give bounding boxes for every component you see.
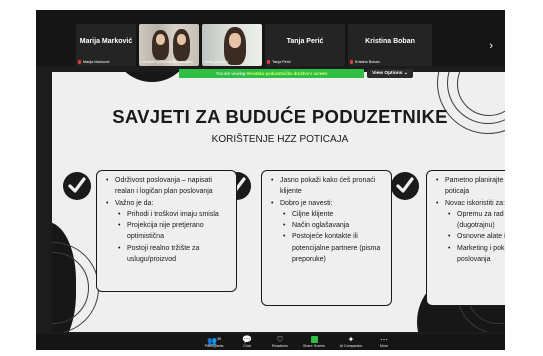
participants-button[interactable]: 👥39 Participants <box>196 335 232 349</box>
more-label: More <box>379 344 389 348</box>
participant-name: Kristina Boban <box>365 38 415 45</box>
share-screen-label: Share Screen <box>303 344 325 348</box>
more-button[interactable]: ⋯ More <box>366 335 402 349</box>
participant-label: Tanja Perić <box>272 60 291 64</box>
list-item: Važno je da: <box>106 198 232 210</box>
ai-companion-button[interactable]: ✦ AI Companion <box>333 335 369 349</box>
participant-tile-marija[interactable]: Marija Marković Marija Marković <box>76 24 136 66</box>
list-item: Postojeće kontakte ili potencijalne part… <box>283 231 387 265</box>
participant-video-face <box>229 33 241 48</box>
list-item: Održivost poslovanja – napisati realan i… <box>106 175 232 198</box>
tip-box-2: Jasno pokaži kako ćeš pronaći klijente D… <box>261 170 392 306</box>
participants-icon: 👥39 <box>207 336 221 346</box>
participant-label: Hrvatsko poduzetničko društvo <box>141 60 193 64</box>
participants-label: Participants <box>204 344 224 348</box>
zoom-window: Marija Marković Marija Marković Hrvatsko… <box>36 10 505 350</box>
participant-video-face <box>177 34 186 45</box>
shared-slide: SAVJETI ZA BUDUĆE PODUZETNIKE KORIŠTENJE… <box>52 72 505 332</box>
list-item: Ciljne klijente <box>283 209 387 221</box>
list-item: Postoji realno tržište za uslugu/proizvo… <box>118 243 232 266</box>
list-item: Prihodi i troškovi imaju smisla <box>118 209 232 221</box>
chat-icon: 💬 <box>242 335 252 344</box>
participant-label: elena gorčević <box>204 60 229 64</box>
chevron-right-icon[interactable]: › <box>489 40 493 52</box>
sparkle-icon: ✦ <box>347 335 355 344</box>
list-item: Novac iskoristiti za: <box>436 198 505 210</box>
muted-mic-icon <box>267 60 270 64</box>
participant-label: Kristina Boban <box>355 60 380 64</box>
participant-video-face <box>156 34 165 45</box>
muted-mic-icon <box>350 60 353 64</box>
participant-name: Marija Marković <box>79 38 133 45</box>
checkmark-icon <box>63 172 91 200</box>
list-item: Projekcija nije pretjerano optimistična <box>118 220 232 243</box>
participant-tile-tanja[interactable]: Tanja Perić Tanja Perić <box>265 24 345 66</box>
view-options-button[interactable]: View Options ⌄ <box>367 69 413 78</box>
reactions-label: Reactions <box>272 344 288 348</box>
reactions-button[interactable]: ♡ Reactions <box>262 335 298 349</box>
slide-title: SAVJETI ZA BUDUĆE PODUZETNIKE <box>112 106 448 127</box>
list-item: Pametno planirajte trošenje poticaja <box>436 175 505 198</box>
list-item: Marketing i pokretanje poslovanja <box>448 243 505 266</box>
viewing-notice: You are viewing Hrvatsko poduzetničko dr… <box>179 69 364 78</box>
participant-name: Tanja Perić <box>286 38 324 45</box>
more-icon: ⋯ <box>380 335 388 344</box>
tip-box-1: Održivost poslovanja – napisati realan i… <box>96 170 237 292</box>
checkmark-icon <box>391 172 419 200</box>
screen-share-banner: You are viewing Hrvatsko poduzetničko dr… <box>179 69 413 78</box>
share-screen-icon <box>296 335 332 344</box>
participant-tile-elena[interactable]: elena gorčević <box>202 24 262 66</box>
heart-icon: ♡ <box>276 335 284 344</box>
tip-box-3: Pametno planirajte trošenje poticaja Nov… <box>426 170 505 306</box>
list-item: Dobro je navesti: <box>271 198 387 210</box>
share-screen-button[interactable]: Share Screen <box>296 335 332 349</box>
chat-button[interactable]: 💬 Chat <box>229 335 265 349</box>
muted-mic-icon <box>78 60 81 64</box>
ai-companion-label: AI Companion <box>339 344 363 348</box>
participant-tile-kristina[interactable]: Kristina Boban Kristina Boban <box>348 24 432 66</box>
participants-count: 39 <box>217 337 221 341</box>
list-item: Način oglašavanja <box>283 220 387 232</box>
list-item: Osnovne alate ili softver <box>448 231 505 243</box>
participant-label: Marija Marković <box>83 60 110 64</box>
meeting-toolbar: 👥39 Participants 💬 Chat ♡ Reactions Shar… <box>36 334 505 350</box>
list-item: Jasno pokaži kako ćeš pronaći klijente <box>271 175 387 198</box>
viewing-prefix: You are viewing <box>215 71 246 76</box>
participants-strip: Marija Marković Marija Marković Hrvatsko… <box>36 10 505 66</box>
list-item: Opremu za rad (dugotrajnu) <box>448 209 505 232</box>
chat-label: Chat <box>243 344 251 348</box>
slide-subtitle: KORIŠTENJE HZZ POTICAJA <box>211 134 349 145</box>
viewing-source: Hrvatsko poduzetničko društvo's screen <box>246 71 328 76</box>
participant-tile-hpd[interactable]: Hrvatsko poduzetničko društvo <box>139 24 199 66</box>
